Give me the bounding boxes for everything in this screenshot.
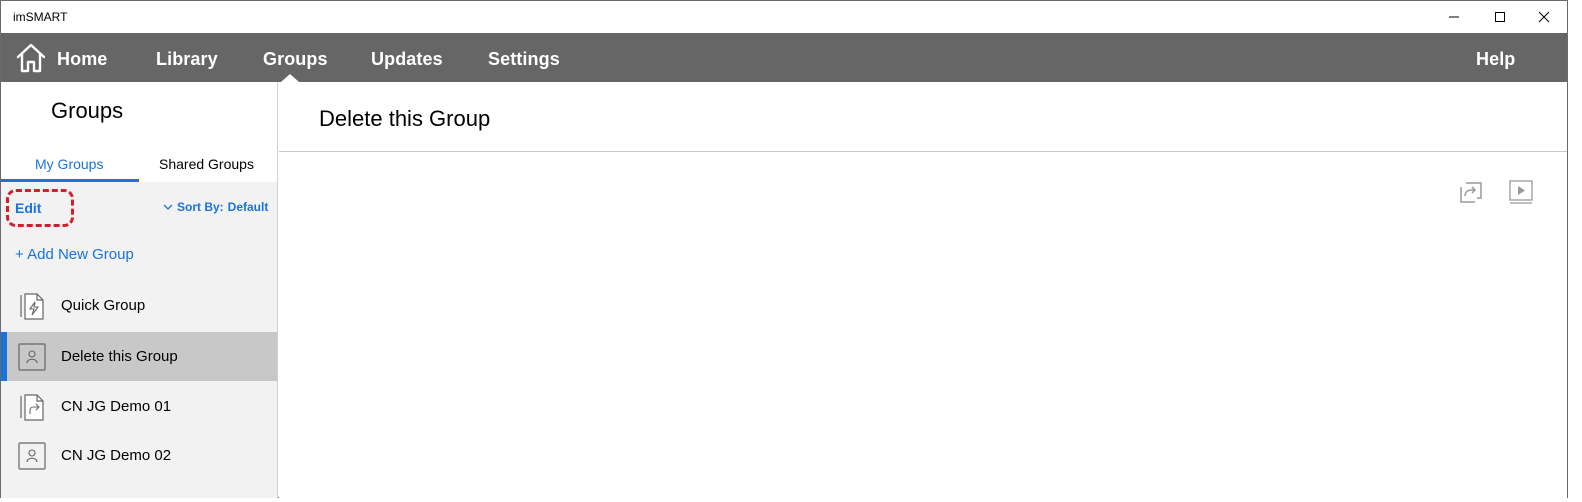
nav-help[interactable]: Help	[1476, 49, 1515, 70]
groups-sidebar: Groups My Groups Shared Groups Edit Sort…	[1, 82, 278, 498]
add-new-group-button[interactable]: + Add New Group	[15, 246, 134, 263]
active-nav-indicator	[281, 74, 299, 82]
group-item-delete-this-group[interactable]: Delete this Group	[1, 332, 277, 381]
close-button[interactable]	[1521, 1, 1567, 33]
group-detail-panel: Delete this Group	[279, 82, 1567, 498]
group-label: Quick Group	[61, 297, 146, 314]
group-label: Delete this Group	[61, 348, 178, 365]
sort-value: Default	[227, 200, 269, 214]
group-item-cn-jg-demo-02[interactable]: CN JG Demo 02	[1, 431, 277, 480]
minimize-icon	[1449, 16, 1459, 18]
shared-group-icon	[20, 394, 44, 421]
group-title: Delete this Group	[319, 106, 491, 131]
maximize-button[interactable]	[1477, 1, 1523, 33]
tab-shared-groups[interactable]: Shared Groups	[159, 156, 254, 172]
group-label: CN JG Demo 02	[61, 447, 172, 464]
tab-my-groups[interactable]: My Groups	[35, 156, 103, 172]
nav-home[interactable]: Home	[57, 49, 107, 70]
title-bar: imSMART	[1, 1, 1567, 33]
nav-settings[interactable]: Settings	[488, 49, 560, 70]
share-screen-icon[interactable]	[1457, 178, 1485, 206]
group-item-quick-group[interactable]: Quick Group	[1, 281, 277, 330]
sort-label: Sort By:	[177, 200, 224, 214]
nav-library[interactable]: Library	[156, 49, 218, 70]
main-nav: Home Library Groups Updates Settings Hel…	[1, 33, 1567, 82]
nav-groups[interactable]: Groups	[263, 49, 328, 70]
app-title: imSMART	[13, 10, 68, 24]
person-group-icon	[18, 343, 46, 371]
quick-group-icon	[20, 293, 44, 320]
nav-updates[interactable]: Updates	[371, 49, 443, 70]
person-group-icon	[18, 442, 46, 470]
edit-button[interactable]: Edit	[15, 200, 41, 216]
header-divider	[279, 151, 1567, 152]
group-item-cn-jg-demo-01[interactable]: CN JG Demo 01	[1, 382, 277, 431]
minimize-button[interactable]	[1431, 1, 1477, 33]
chevron-down-icon	[163, 204, 173, 210]
sidebar-header: Groups My Groups Shared Groups	[1, 82, 277, 182]
sidebar-title: Groups	[51, 98, 124, 123]
present-icon[interactable]	[1507, 178, 1535, 206]
app-window: imSMART Home Library Groups Updates Sett…	[0, 0, 1568, 498]
maximize-icon	[1495, 12, 1505, 22]
close-icon	[1538, 11, 1550, 23]
sort-dropdown[interactable]: Sort By: Default	[163, 200, 268, 214]
active-tab-underline	[1, 179, 139, 182]
home-icon[interactable]	[15, 42, 47, 74]
selection-indicator	[1, 332, 7, 381]
group-label: CN JG Demo 01	[61, 398, 172, 415]
